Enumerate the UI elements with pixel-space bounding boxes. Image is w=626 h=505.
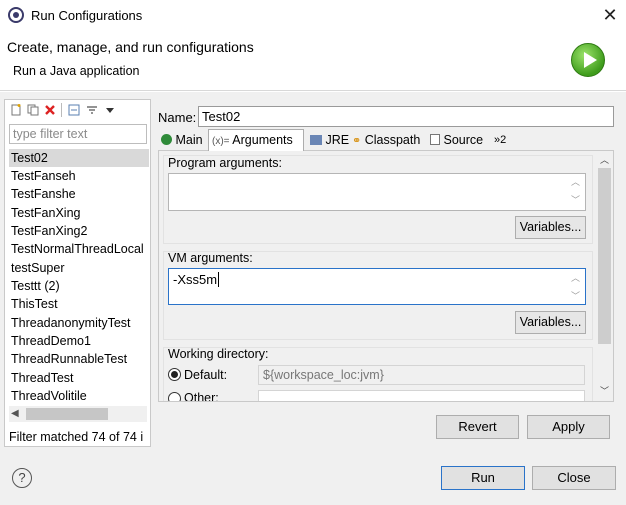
tab-label: Main bbox=[175, 133, 203, 147]
window-title: Run Configurations bbox=[31, 8, 143, 23]
run-badge-icon bbox=[571, 43, 605, 77]
tab-jre[interactable]: JRE bbox=[310, 130, 349, 150]
config-item[interactable]: TestFanseh bbox=[9, 167, 149, 185]
scroll-down-arrow-icon[interactable]: ﹀ bbox=[571, 289, 580, 302]
program-arguments-label: Program arguments: bbox=[168, 156, 282, 170]
view-menu-chevron-down-icon[interactable] bbox=[104, 104, 116, 116]
config-item[interactable]: TestNormalThreadLocal bbox=[9, 240, 149, 258]
working-directory-label: Working directory: bbox=[168, 347, 269, 361]
config-item[interactable]: Testtt (2) bbox=[9, 277, 149, 295]
run-button[interactable]: Run bbox=[441, 466, 525, 490]
scroll-up-arrow-icon[interactable]: ︿ bbox=[600, 153, 609, 166]
new-config-icon[interactable] bbox=[10, 104, 22, 116]
config-item[interactable]: Test02 bbox=[9, 149, 149, 167]
duplicate-config-icon[interactable] bbox=[27, 104, 39, 116]
scroll-up-arrow-icon[interactable]: ︿ bbox=[571, 271, 580, 284]
tab-classpath[interactable]: ⚭ Classpath bbox=[352, 130, 420, 150]
scroll-up-arrow-icon[interactable]: ︿ bbox=[571, 175, 580, 188]
tab-label: Arguments bbox=[232, 133, 293, 147]
config-item[interactable]: ThreadDemo1 bbox=[9, 332, 149, 350]
help-icon[interactable]: ? bbox=[12, 468, 32, 488]
tab-label: Classpath bbox=[364, 133, 421, 147]
working-directory-field: ${workspace_loc:jvm} bbox=[258, 365, 585, 385]
classpath-tab-icon: ⚭ bbox=[352, 135, 362, 147]
config-item[interactable]: TestFanshe bbox=[9, 185, 149, 203]
other-radio[interactable] bbox=[168, 392, 181, 401]
program-variables-button[interactable]: Variables... bbox=[515, 216, 586, 239]
default-radio[interactable] bbox=[168, 368, 181, 381]
apply-button[interactable]: Apply bbox=[527, 415, 610, 439]
program-arguments-field[interactable] bbox=[168, 173, 586, 211]
toolbar-divider bbox=[61, 103, 62, 117]
other-directory-field[interactable] bbox=[258, 390, 585, 401]
delete-config-icon[interactable] bbox=[44, 104, 56, 116]
text-cursor bbox=[218, 272, 220, 287]
vm-arguments-value: -Xss5m bbox=[173, 272, 218, 287]
tab-label: JRE bbox=[325, 133, 350, 147]
default-label: Default: bbox=[184, 368, 228, 382]
vertical-scroll-thumb[interactable] bbox=[598, 168, 611, 344]
revert-button[interactable]: Revert bbox=[436, 415, 519, 439]
jre-tab-icon bbox=[310, 135, 322, 145]
name-field[interactable] bbox=[198, 106, 614, 127]
source-tab-icon bbox=[430, 134, 440, 145]
horizontal-scroll-thumb[interactable] bbox=[26, 408, 108, 420]
config-item[interactable]: ThisTest bbox=[9, 295, 149, 313]
config-item[interactable]: ThreadRunnableTest bbox=[9, 350, 149, 368]
filter-config-icon[interactable] bbox=[86, 104, 98, 116]
config-item[interactable]: ThreadanonymityTest bbox=[9, 314, 149, 332]
config-item[interactable]: TestFanXing2 bbox=[9, 222, 149, 240]
config-item[interactable]: TestFanXing bbox=[9, 204, 149, 222]
config-item[interactable]: ThreadVolitile bbox=[9, 387, 149, 405]
config-item[interactable]: testSuper bbox=[9, 259, 149, 277]
tab-source[interactable]: Source bbox=[430, 130, 483, 150]
more-tabs-icon[interactable]: »2 bbox=[494, 130, 506, 150]
tab-label: Source bbox=[443, 133, 484, 147]
filter-status: Filter matched 74 of 74 i bbox=[9, 430, 144, 444]
eclipse-app-icon bbox=[8, 7, 24, 23]
radio-dot bbox=[171, 371, 178, 378]
header-subtitle: Run a Java application bbox=[13, 64, 140, 78]
other-row-clip: Other: bbox=[163, 390, 596, 401]
vm-variables-button[interactable]: Variables... bbox=[515, 311, 586, 334]
main-tab-icon bbox=[161, 134, 172, 145]
config-item[interactable]: ThreadTest bbox=[9, 369, 149, 387]
scroll-left-arrow-icon[interactable]: ◀ bbox=[11, 406, 23, 422]
collapse-all-icon[interactable] bbox=[68, 104, 80, 116]
other-label: Other: bbox=[184, 391, 219, 401]
close-button[interactable]: Close bbox=[532, 466, 616, 490]
scroll-down-arrow-icon[interactable]: ﹀ bbox=[600, 384, 609, 397]
tab-arguments[interactable]: (x)= Arguments bbox=[208, 129, 304, 151]
vm-arguments-field[interactable]: -Xss5m bbox=[168, 268, 586, 305]
arguments-tab-icon: (x)= bbox=[212, 136, 230, 147]
tab-main[interactable]: Main bbox=[161, 130, 203, 150]
scroll-down-arrow-icon[interactable]: ﹀ bbox=[571, 193, 580, 206]
close-window-icon[interactable]: ✕ bbox=[598, 4, 622, 26]
name-label: Name: bbox=[158, 110, 197, 125]
vm-arguments-label: VM arguments: bbox=[168, 251, 253, 265]
filter-input[interactable] bbox=[9, 124, 147, 144]
header-title: Create, manage, and run configurations bbox=[7, 39, 254, 55]
